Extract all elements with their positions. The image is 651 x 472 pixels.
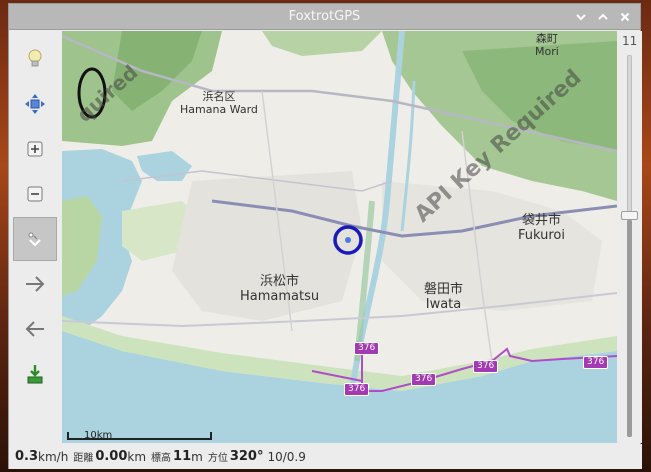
route-shield: 376 (583, 356, 609, 369)
distance-unit: km (127, 449, 147, 464)
autocenter-icon (25, 94, 45, 114)
map-label-hamamatsu: 浜松市 Hamamatsu (240, 274, 320, 304)
left-toolbar (9, 31, 61, 443)
window-title: FoxtrotGPS (288, 9, 361, 24)
map-label-mori: 森町 Mori (535, 32, 559, 58)
status-bar: 0.3 km/h 距離 0.00 km 標高 11 m 方位 320° 10/0.9 (9, 444, 642, 469)
zoom-in-button[interactable] (13, 127, 57, 171)
map-view[interactable]: quired API Key Required 浜名区 Hamana Ward … (62, 31, 617, 443)
title-bar[interactable]: FoxtrotGPS (9, 4, 640, 30)
altitude-unit: m (191, 449, 203, 464)
scale-label: 10km (84, 430, 113, 441)
heading-label: 方位 (207, 453, 228, 464)
close-icon (620, 12, 630, 22)
maximize-button[interactable] (594, 8, 612, 26)
zoom-slider[interactable]: 11 (618, 31, 642, 443)
track-marker-button[interactable] (13, 217, 57, 261)
altitude-value: 11 (173, 449, 192, 464)
map-label-iwata: 磐田市 Iwata (424, 282, 464, 312)
heading-value: 320° (229, 449, 264, 464)
route-shield: 376 (473, 360, 499, 373)
route-shield: 376 (411, 373, 437, 386)
zoom-out-icon (27, 186, 43, 202)
autocenter-button[interactable] (13, 82, 57, 126)
minimize-button[interactable] (572, 8, 590, 26)
app-window: FoxtrotGPS quired API Key Required 浜名区 H… (8, 3, 642, 469)
forward-arrow-icon (26, 276, 45, 292)
zoom-fill (627, 220, 632, 437)
lightbulb-button[interactable] (13, 37, 57, 81)
chevron-down-icon (576, 14, 586, 21)
altitude-label: 標高 (151, 453, 172, 464)
back-arrow-icon (25, 321, 44, 337)
close-button[interactable] (616, 8, 634, 26)
window-controls (572, 8, 634, 26)
download-button[interactable] (13, 352, 57, 396)
distance-value: 0.00 (95, 449, 128, 464)
route-shield: 376 (354, 342, 380, 355)
back-button[interactable] (13, 307, 57, 351)
zoom-thumb[interactable] (621, 211, 638, 221)
zoom-out-button[interactable] (13, 172, 57, 216)
map-label-fukuroi: 袋井市 Fukuroi (518, 213, 565, 243)
distance-label: 距離 (73, 453, 94, 464)
route-shield: 376 (344, 383, 370, 396)
forward-button[interactable] (13, 262, 57, 306)
map-label-hamana: 浜名区 Hamana Ward (180, 90, 258, 116)
zoom-in-icon (27, 141, 43, 157)
speed-unit: km/h (38, 449, 69, 464)
track-marker-icon (28, 232, 41, 247)
zoom-level-label: 11 (622, 34, 638, 48)
download-icon (27, 365, 43, 384)
lightbulb-icon (28, 49, 42, 67)
status-extra: 10/0.9 (267, 449, 306, 464)
speed-value: 0.3 (15, 449, 39, 464)
desktop-left-edge (0, 40, 8, 440)
chevron-up-icon (598, 13, 608, 20)
